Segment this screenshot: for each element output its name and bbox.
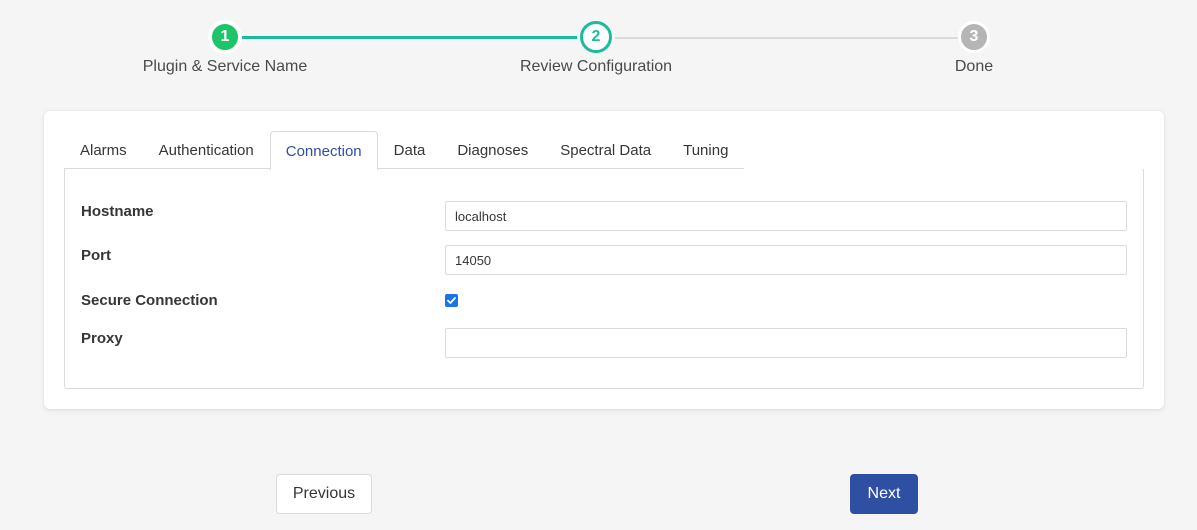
tab-tuning[interactable]: Tuning <box>667 131 744 169</box>
hostname-label: Hostname <box>81 203 154 220</box>
step-1-indicator: 1 <box>209 21 241 53</box>
tab-alarms[interactable]: Alarms <box>64 131 143 169</box>
proxy-input[interactable] <box>445 328 1127 358</box>
tab-diagnoses[interactable]: Diagnoses <box>441 131 544 169</box>
step-2-indicator: 2 <box>580 21 612 53</box>
step-progress-line-pending <box>596 37 974 39</box>
proxy-label: Proxy <box>81 330 123 347</box>
configuration-card: Alarms Authentication Connection Data Di… <box>44 111 1164 409</box>
port-input[interactable] <box>445 245 1127 275</box>
hostname-input[interactable] <box>445 201 1127 231</box>
step-progress-line-complete <box>225 36 596 39</box>
previous-button[interactable]: Previous <box>276 474 372 514</box>
tab-authentication[interactable]: Authentication <box>143 131 270 169</box>
connection-panel: Hostname Port Secure Connection Proxy <box>64 169 1144 389</box>
checkmark-icon <box>447 297 456 304</box>
secure-connection-label: Secure Connection <box>81 292 218 309</box>
next-button[interactable]: Next <box>850 474 918 514</box>
tab-spectral-data[interactable]: Spectral Data <box>544 131 667 169</box>
tab-data[interactable]: Data <box>378 131 442 169</box>
tab-connection[interactable]: Connection <box>269 131 378 170</box>
port-label: Port <box>81 247 111 264</box>
config-tabs: Alarms Authentication Connection Data Di… <box>64 131 744 170</box>
wizard-stepper: 1 Plugin & Service Name 2 Review Configu… <box>0 0 1197 100</box>
step-1-label: Plugin & Service Name <box>142 58 308 75</box>
secure-connection-checkbox[interactable] <box>445 294 458 307</box>
step-3-indicator: 3 <box>958 21 990 53</box>
step-2-label: Review Configuration <box>519 58 673 75</box>
step-3-label: Done <box>954 58 994 75</box>
